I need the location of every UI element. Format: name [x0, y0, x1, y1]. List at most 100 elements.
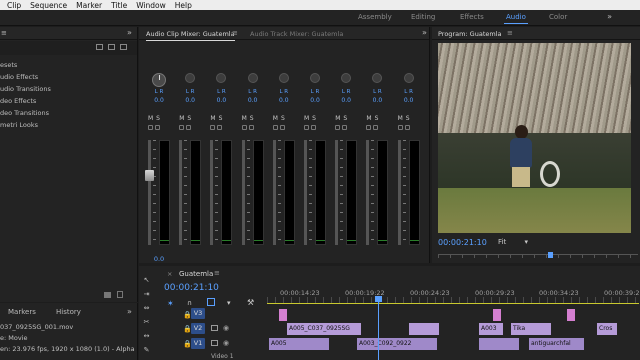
work-area-bar[interactable]: [267, 303, 639, 304]
eye-icon[interactable]: ◉: [223, 324, 229, 332]
effects-folder-presets[interactable]: esets: [0, 61, 17, 69]
track-select-tool-icon[interactable]: ⇥: [142, 290, 151, 298]
mic-icon[interactable]: [179, 125, 185, 130]
keyframe-icon[interactable]: [186, 125, 192, 130]
close-sequence-icon[interactable]: ×: [167, 270, 172, 278]
add-marker-timeline-icon[interactable]: ▾: [227, 299, 231, 307]
pan-value[interactable]: 0.0: [176, 97, 204, 104]
clip-v2[interactable]: [409, 323, 439, 335]
keyframe-icon[interactable]: [155, 125, 160, 130]
timeline-timecode[interactable]: 00:00:21:10: [164, 283, 219, 293]
tab-menu-icon[interactable]: ≡: [232, 29, 238, 37]
fader-db-value[interactable]: 0.0: [145, 255, 173, 263]
effects-folder-lumetri-looks[interactable]: metri Looks: [0, 121, 38, 129]
workspace-color[interactable]: Color: [549, 13, 567, 21]
mic-icon[interactable]: [397, 125, 403, 130]
fader-track[interactable]: [179, 140, 183, 245]
mic-icon[interactable]: [148, 125, 153, 130]
tab-audio-clip-mixer[interactable]: Audio Clip Mixer: Guatemla: [146, 30, 235, 41]
effects-folder-video-effects[interactable]: deo Effects: [0, 97, 36, 105]
clip-v3[interactable]: [567, 309, 575, 321]
panel-expand-icon[interactable]: »: [127, 28, 132, 37]
clip-v1-a003[interactable]: A003_C092_0922: [357, 338, 437, 350]
menu-title[interactable]: Title: [111, 1, 127, 10]
mic-icon[interactable]: [335, 125, 341, 130]
track-v3[interactable]: V3: [191, 308, 205, 319]
timeline-menu-icon[interactable]: ≡: [214, 269, 220, 277]
keyframe-icon[interactable]: [217, 125, 223, 130]
keyframe-icon[interactable]: [373, 125, 379, 130]
pan-knob[interactable]: [152, 73, 166, 87]
pan-knob[interactable]: [372, 73, 383, 83]
mic-icon[interactable]: [241, 125, 247, 130]
tab-timeline-sequence[interactable]: Guatemla: [179, 270, 213, 278]
razor-tool-icon[interactable]: ✂: [142, 318, 151, 326]
folder-icon[interactable]: [104, 292, 111, 298]
zoom-fit-select[interactable]: Fit ▾: [498, 238, 528, 246]
clip-v2-tika[interactable]: Tika: [511, 323, 551, 335]
pan-knob[interactable]: [310, 73, 320, 83]
slip-tool-icon[interactable]: ↔: [142, 332, 151, 340]
mute-solo-buttons[interactable]: MS: [148, 115, 163, 122]
keyframe-icon[interactable]: [279, 125, 285, 130]
pan-value[interactable]: 0.0: [332, 97, 360, 104]
track-v1[interactable]: V1: [191, 338, 205, 349]
linked-selection-icon[interactable]: [207, 298, 215, 306]
pan-value[interactable]: 0.0: [395, 97, 423, 104]
workspace-assembly[interactable]: Assembly: [358, 13, 392, 21]
program-menu-icon[interactable]: ≡: [507, 29, 513, 37]
tab-markers[interactable]: Markers: [8, 308, 36, 316]
program-timecode[interactable]: 00:00:21:10: [438, 238, 487, 247]
keyframe-icon[interactable]: [342, 125, 348, 130]
mic-icon[interactable]: [304, 125, 309, 130]
fader-track[interactable]: [210, 140, 214, 245]
eye-icon[interactable]: ◉: [223, 339, 229, 347]
clip-v1-antigua[interactable]: antiguarchfal: [529, 338, 584, 350]
fader-track[interactable]: [366, 140, 370, 245]
clip-v1-a005[interactable]: A005: [269, 338, 329, 350]
pan-value[interactable]: 0.0: [301, 97, 329, 104]
program-time-ruler[interactable]: [438, 254, 638, 258]
mute-solo-buttons[interactable]: MS: [210, 115, 225, 122]
track-output-icon[interactable]: [211, 325, 218, 331]
pan-value[interactable]: 0.0: [145, 97, 173, 104]
menu-help[interactable]: Help: [175, 1, 192, 10]
mic-icon[interactable]: [210, 125, 216, 130]
fader-track[interactable]: [241, 140, 245, 245]
effects-folder-video-transitions[interactable]: deo Transitions: [0, 109, 49, 117]
mic-icon[interactable]: [366, 125, 372, 130]
tab-history[interactable]: History: [56, 308, 81, 316]
panel-menu-icon[interactable]: ≡: [1, 29, 7, 37]
mute-solo-buttons[interactable]: MS: [242, 115, 257, 122]
yuv-effects-icon[interactable]: [120, 44, 127, 50]
workspace-audio[interactable]: Audio: [504, 13, 528, 24]
keyframe-icon[interactable]: [248, 125, 254, 130]
menu-window[interactable]: Window: [136, 1, 166, 10]
keyframe-icon[interactable]: [404, 125, 410, 130]
ripple-edit-tool-icon[interactable]: ⇔: [142, 304, 151, 312]
pan-value[interactable]: 0.0: [363, 97, 391, 104]
mute-solo-buttons[interactable]: MS: [273, 115, 288, 122]
mute-solo-buttons[interactable]: MS: [335, 115, 350, 122]
pan-knob[interactable]: [341, 73, 352, 83]
effects-folder-audio-transitions[interactable]: udio Transitions: [0, 85, 51, 93]
track-v2[interactable]: V2: [191, 323, 205, 334]
mute-solo-buttons[interactable]: MS: [366, 115, 381, 122]
wrench-icon[interactable]: ⚒: [247, 298, 254, 307]
clip-v2-cros[interactable]: Cros: [597, 323, 617, 335]
fader-handle[interactable]: [145, 170, 154, 181]
menu-clip[interactable]: Clip: [7, 1, 21, 10]
mic-icon[interactable]: [272, 125, 278, 130]
pan-knob[interactable]: [247, 73, 258, 83]
selection-tool-icon[interactable]: ↖: [142, 276, 151, 284]
mute-solo-buttons[interactable]: MS: [398, 115, 413, 122]
clip-v2-a003[interactable]: A003: [479, 323, 503, 335]
pan-value[interactable]: 0.0: [270, 97, 298, 104]
track-output-icon[interactable]: [211, 340, 218, 346]
menu-sequence[interactable]: Sequence: [30, 1, 67, 10]
fader-track[interactable]: [148, 140, 151, 245]
pan-knob[interactable]: [278, 73, 289, 83]
workspace-more-icon[interactable]: »: [607, 12, 612, 21]
keyframe-icon[interactable]: [311, 125, 316, 130]
info-expand-icon[interactable]: »: [127, 307, 132, 316]
